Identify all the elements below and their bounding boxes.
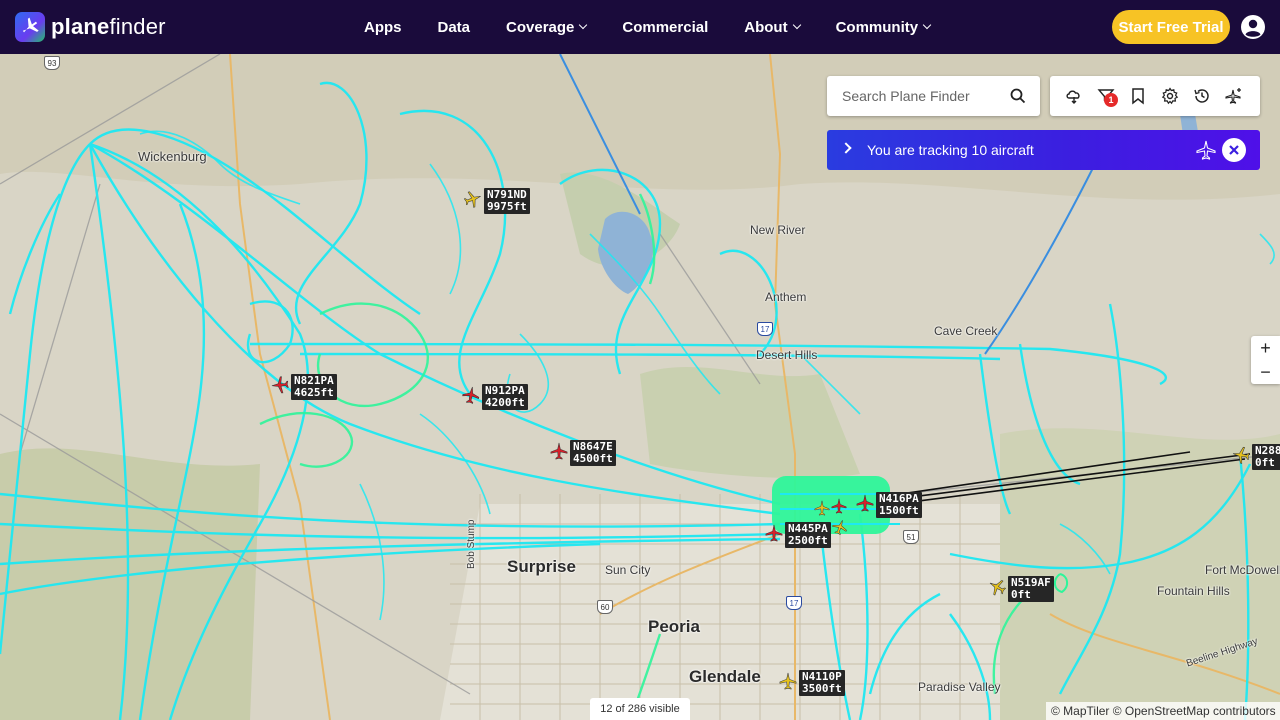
place-fountain-hills: Fountain Hills — [1157, 584, 1230, 598]
nav-data[interactable]: Data — [438, 19, 471, 36]
aircraft-marker[interactable]: N912PA 4200ft — [462, 384, 528, 410]
aircraft-label: N416PA 1500ft — [876, 492, 922, 518]
bookmark-icon[interactable] — [1129, 87, 1147, 105]
search-icon[interactable] — [1010, 88, 1026, 104]
zoom-control: + − — [1251, 336, 1280, 384]
nav-about[interactable]: About — [744, 19, 801, 36]
close-tracking-button[interactable] — [1222, 138, 1246, 162]
logo-plane-icon — [15, 12, 45, 42]
logo-text: finder — [109, 14, 166, 39]
aircraft-label: N519AF 0ft — [1008, 576, 1054, 602]
map-attribution[interactable]: © MapTiler © OpenStreetMap contributors — [1046, 702, 1280, 720]
close-icon — [1229, 145, 1239, 155]
plane-icon — [1196, 140, 1216, 160]
start-free-trial-button[interactable]: Start Free Trial — [1112, 10, 1230, 44]
tracking-bar[interactable]: You are tracking 10 aircraft — [827, 130, 1260, 170]
aircraft-marker[interactable]: N8647E 4500ft — [550, 440, 616, 466]
route-shield-51: 51 — [903, 530, 919, 544]
place-wickenburg: Wickenburg — [138, 149, 207, 164]
plane-icon — [779, 672, 797, 690]
settings-icon[interactable] — [1161, 87, 1179, 105]
user-circle-icon[interactable] — [1241, 15, 1265, 39]
nav-coverage[interactable]: Coverage — [506, 19, 588, 36]
aircraft-label: N4110P 3500ft — [799, 670, 845, 696]
plane-icon — [856, 494, 874, 512]
aircraft-marker[interactable]: N821PA 4625ft — [271, 374, 337, 400]
route-shield-60: 60 — [597, 600, 613, 614]
nav-links: Apps Data Coverage Commercial About Comm… — [364, 0, 966, 54]
chevron-down-icon — [922, 20, 932, 30]
chevron-right-icon[interactable] — [840, 142, 852, 154]
place-glendale: Glendale — [689, 667, 761, 686]
nav-apps[interactable]: Apps — [364, 19, 402, 36]
place-anthem: Anthem — [765, 290, 807, 304]
aircraft-marker[interactable]: N416PA 1500ft — [856, 492, 922, 518]
tracking-text: You are tracking 10 aircraft — [867, 142, 1034, 158]
plane-icon — [1232, 446, 1250, 464]
place-cave-creek: Cave Creek — [934, 324, 998, 338]
add-plane-icon[interactable] — [1225, 87, 1243, 105]
chevron-down-icon — [792, 20, 801, 30]
place-new-river: New River — [750, 223, 806, 237]
plane-icon — [271, 376, 289, 394]
aircraft-label: N791ND 9975ft — [484, 188, 530, 214]
zoom-in-button[interactable]: + — [1251, 336, 1280, 360]
aircraft-marker[interactable]: N791ND 9975ft — [464, 188, 530, 214]
route-shield-17b: 17 — [786, 596, 802, 610]
place-desert-hills: Desert Hills — [756, 348, 818, 362]
place-fort-mcdowell: Fort McDowell — [1205, 563, 1280, 577]
chevron-down-icon — [579, 20, 588, 30]
logo[interactable]: planefinder — [15, 12, 166, 42]
logo-text-bold: plane — [51, 14, 110, 39]
history-icon[interactable] — [1193, 87, 1211, 105]
plane-icon[interactable] — [814, 500, 830, 516]
search-box[interactable] — [827, 76, 1040, 116]
route-shield-93: 93 — [44, 56, 60, 70]
place-sun-city: Sun City — [605, 563, 651, 577]
aircraft-label: N821PA 4625ft — [291, 374, 337, 400]
plane-icon[interactable] — [831, 498, 847, 514]
plane-icon — [464, 191, 481, 208]
aircraft-marker[interactable]: N445PA 2500ft — [765, 522, 831, 548]
aircraft-label: N912PA 4200ft — [482, 384, 528, 410]
road-bob-stump: Bob Stump — [466, 519, 477, 569]
top-nav: planefinder Apps Data Coverage Commercia… — [0, 0, 1280, 54]
zoom-out-button[interactable]: − — [1251, 360, 1280, 384]
plane-icon — [765, 524, 783, 542]
aircraft-label: N288 0ft — [1252, 444, 1280, 470]
nav-community[interactable]: Community — [836, 19, 932, 36]
weather-icon[interactable] — [1065, 87, 1083, 105]
search-input[interactable] — [842, 88, 1002, 104]
place-surprise: Surprise — [507, 557, 576, 576]
visible-count: 12 of 286 visible — [590, 698, 690, 720]
nav-commercial[interactable]: Commercial — [622, 19, 708, 36]
aircraft-marker[interactable]: N519AF 0ft — [988, 576, 1054, 602]
plane-icon — [462, 386, 480, 404]
filter-count-badge: 1 — [1104, 93, 1118, 107]
aircraft-marker[interactable]: N4110P 3500ft — [779, 670, 845, 696]
plane-icon — [989, 580, 1006, 596]
plane-icon[interactable] — [832, 519, 848, 535]
route-shield-17: 17 — [757, 322, 773, 336]
aircraft-label: N8647E 4500ft — [570, 440, 616, 466]
aircraft-marker[interactable]: N288 0ft — [1232, 444, 1280, 470]
plane-icon — [550, 442, 568, 460]
map-toolbar — [1050, 76, 1260, 116]
place-peoria: Peoria — [648, 617, 700, 636]
place-paradise-valley: Paradise Valley — [918, 680, 1001, 694]
aircraft-label: N445PA 2500ft — [785, 522, 831, 548]
